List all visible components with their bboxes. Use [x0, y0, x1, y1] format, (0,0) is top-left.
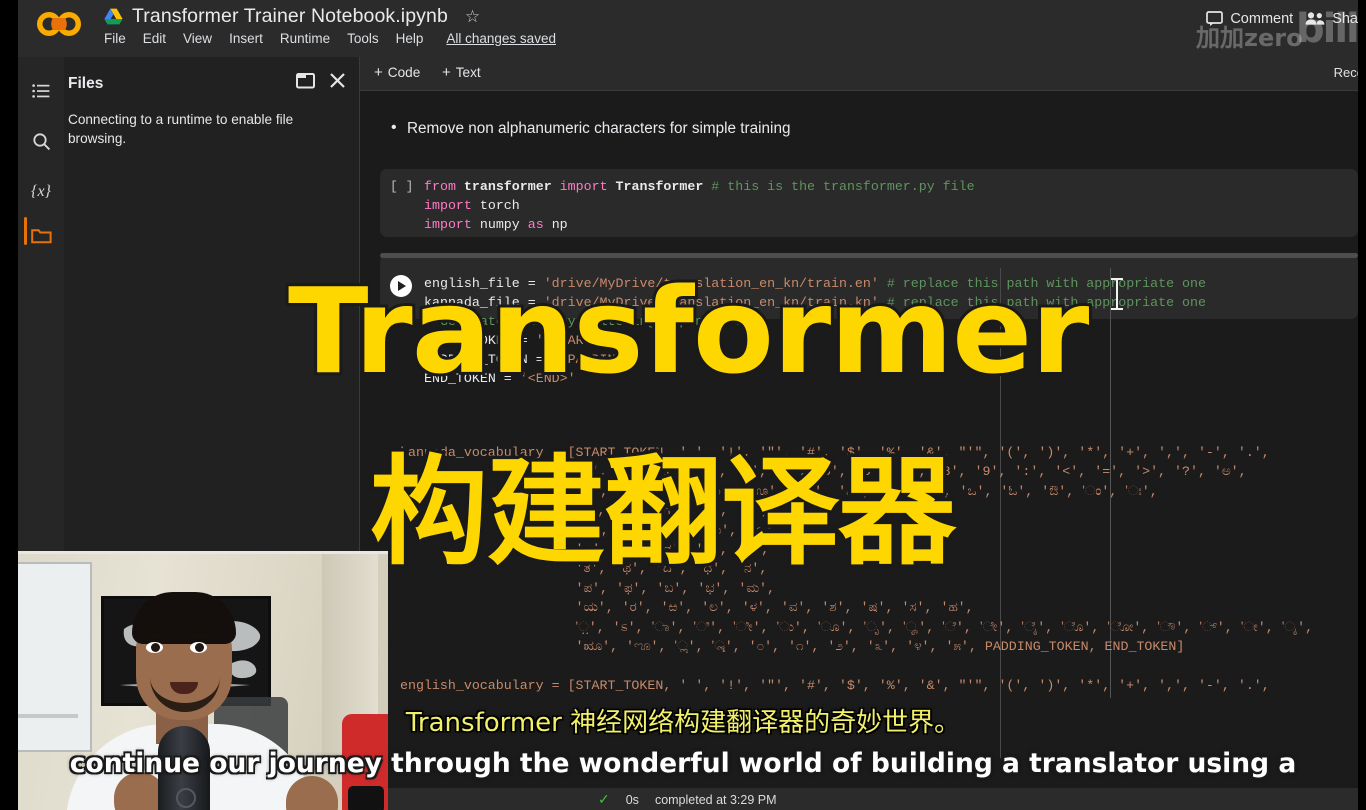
subtitle-chinese: Transformer 神经网络构建翻译器的奇妙世界。 [405, 708, 961, 738]
plus-icon: + [442, 64, 451, 81]
notebook-toolbar: + Code + Text Reco [360, 57, 1364, 91]
success-check-icon: ✓ [598, 791, 610, 807]
cell-execution-count: [ ] [390, 179, 414, 194]
colab-logo[interactable] [33, 6, 87, 42]
close-icon[interactable] [329, 72, 346, 94]
presenter-eye-left [146, 642, 163, 653]
watermark-channel: 加加zero [1196, 24, 1303, 52]
code-line: import torch [424, 196, 975, 215]
plus-icon: + [374, 64, 383, 81]
star-icon[interactable]: ☆ [465, 7, 480, 27]
code-token: import [424, 198, 480, 213]
colab-notebook-screenshot: Transformer Trainer Notebook.ipynb ☆ Fil… [0, 0, 1366, 810]
code-line: import numpy as np [424, 215, 975, 234]
files-panel-message: Connecting to a runtime to enable file b… [68, 112, 294, 147]
presenter-eyebrow-right [188, 634, 208, 639]
code-token: as [527, 217, 552, 232]
menu-insert[interactable]: Insert [229, 31, 263, 46]
files-icon[interactable] [18, 213, 64, 257]
code-token: numpy [479, 217, 528, 232]
markdown-bullet-item: Remove non alphanumeric characters for s… [391, 119, 790, 138]
code-token: Transformer [615, 179, 712, 194]
upload-to-session-storage-icon[interactable] [296, 72, 315, 94]
execution-duration: 0s [625, 792, 639, 807]
overlay-title-chinese: 构建翻译器 [366, 440, 959, 585]
menu-tools[interactable]: Tools [347, 31, 379, 46]
save-status[interactable]: All changes saved [446, 31, 556, 46]
execution-completed-text: completed at 3:29 PM [654, 792, 777, 807]
presenter-eyebrow-left [144, 634, 164, 639]
code-token: import [424, 217, 480, 232]
code-token: # this is the transformer.py file [711, 179, 975, 194]
letterbox-left [0, 0, 18, 810]
code-line: from transformer import Transformer # th… [424, 177, 975, 196]
variables-icon[interactable]: {x} [18, 170, 64, 214]
add-code-label: Code [387, 65, 421, 80]
menu-file[interactable]: File [104, 31, 126, 46]
files-panel-title: Files [68, 75, 104, 92]
app-header: Transformer Trainer Notebook.ipynb ☆ Fil… [18, 0, 1366, 57]
menu-help[interactable]: Help [396, 31, 424, 46]
code-cell-1[interactable]: [ ] from transformer import Transformer … [380, 169, 1358, 237]
cell-horizontal-scrollbar[interactable] [380, 253, 1358, 258]
code-token: torch [479, 198, 520, 213]
add-code-cell-button[interactable]: + Code [374, 64, 420, 81]
letterbox-right [1358, 0, 1366, 810]
menu-runtime[interactable]: Runtime [280, 31, 330, 46]
code-token: from [424, 179, 464, 194]
table-of-contents-icon[interactable] [18, 69, 64, 113]
cell-1-source[interactable]: from transformer import Transformer # th… [424, 177, 975, 234]
presenter-eye-right [190, 642, 207, 653]
text-cursor [1111, 278, 1123, 310]
code-token: import [559, 179, 616, 194]
code-token: transformer [463, 179, 560, 194]
menu-bar: File Edit View Insert Runtime Tools Help… [104, 31, 556, 46]
search-icon[interactable] [18, 119, 64, 163]
files-panel-header: Files [64, 71, 360, 101]
watermark-bilibili: bili [1296, 6, 1360, 52]
drive-icon [104, 8, 123, 25]
notebook-title-row: Transformer Trainer Notebook.ipynb ☆ [104, 5, 480, 28]
overlay-title-english: Transformer [285, 259, 1092, 403]
menu-edit[interactable]: Edit [143, 31, 166, 46]
add-text-cell-button[interactable]: + Text [442, 64, 481, 81]
black-device [348, 786, 384, 810]
execution-status-bar: ✓ 0s completed at 3:29 PM [360, 788, 1358, 810]
code-token: np [551, 217, 568, 232]
add-text-label: Text [455, 65, 481, 80]
cell-gutter: [ ] [380, 169, 424, 237]
notebook-title[interactable]: Transformer Trainer Notebook.ipynb [132, 5, 448, 28]
menu-view[interactable]: View [183, 31, 212, 46]
subtitle-english: continue our journey through the wonderf… [69, 748, 1297, 779]
